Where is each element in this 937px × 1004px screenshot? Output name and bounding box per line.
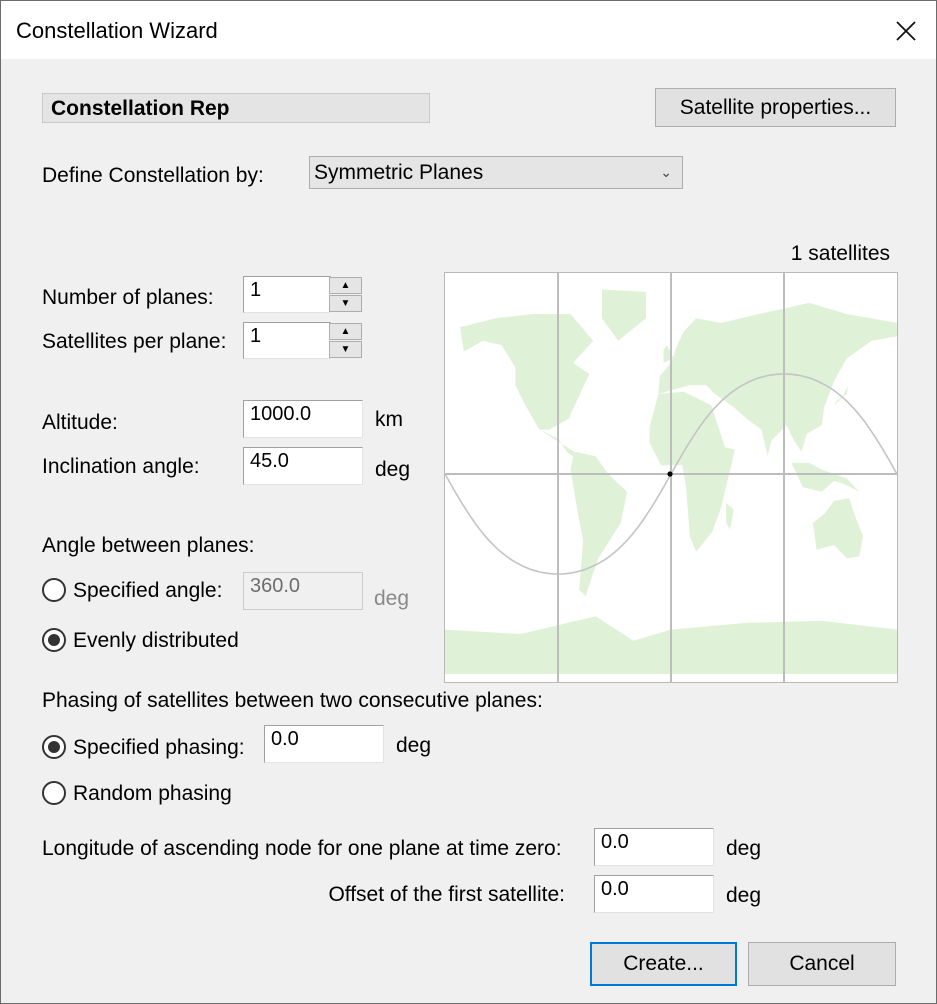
satellite-properties-button[interactable]: Satellite properties...: [655, 88, 896, 127]
satellites-per-plane-input[interactable]: 1: [243, 322, 331, 359]
inclination-input[interactable]: 45.0: [243, 447, 363, 485]
define-constellation-label: Define Constellation by:: [42, 164, 264, 187]
landmass: [539, 429, 628, 597]
longitude-node-input[interactable]: 0.0: [594, 828, 714, 866]
landmass: [791, 462, 860, 492]
phasing-heading: Phasing of satellites between two consec…: [42, 689, 543, 712]
satellite-count-label: 1 satellites: [790, 242, 890, 265]
increment-arrow-icon[interactable]: ▲: [329, 323, 362, 340]
offset-first-satellite-label: Offset of the first satellite:: [328, 883, 565, 906]
altitude-label: Altitude:: [42, 411, 118, 434]
specified-phasing-radio[interactable]: [42, 735, 66, 759]
random-phasing-radio[interactable]: [42, 781, 66, 805]
landmass: [601, 289, 646, 341]
specified-phasing-label: Specified phasing:: [73, 736, 245, 759]
inclination-unit: deg: [375, 458, 411, 481]
window-title: Constellation Wizard: [16, 18, 218, 43]
specified-angle-radio[interactable]: [42, 578, 66, 602]
offset-first-satellite-unit: deg: [726, 884, 762, 907]
ground-track-map: [444, 272, 898, 683]
satellites-per-plane-label: Satellites per plane:: [42, 330, 227, 353]
specified-phasing-unit: deg: [396, 734, 432, 757]
angle-between-planes-heading: Angle between planes:: [42, 534, 255, 557]
satellite-marker: [667, 471, 673, 477]
number-of-planes-input[interactable]: 1: [243, 276, 331, 313]
longitude-node-label: Longitude of ascending node for one plan…: [42, 837, 562, 860]
evenly-distributed-radio[interactable]: [42, 628, 66, 652]
constellation-name-field[interactable]: Constellation Rep: [42, 93, 430, 123]
chevron-down-icon: ⌄: [660, 164, 672, 180]
specified-phasing-input[interactable]: 0.0: [264, 725, 384, 763]
landmass: [649, 391, 735, 552]
define-constellation-select[interactable]: Symmetric Planes ⌄: [309, 156, 683, 189]
cancel-button[interactable]: Cancel: [748, 942, 896, 986]
increment-arrow-icon[interactable]: ▲: [329, 277, 362, 294]
world-map: [445, 273, 897, 682]
decrement-arrow-icon[interactable]: ▼: [329, 295, 362, 312]
constellation-wizard-dialog: Constellation Wizard Constellation Rep S…: [0, 0, 937, 1004]
satellites-per-plane-spinner: ▲ ▼: [329, 323, 363, 359]
specified-angle-input[interactable]: 360.0: [243, 572, 363, 610]
landmass: [812, 498, 864, 559]
random-phasing-label: Random phasing: [73, 782, 232, 805]
decrement-arrow-icon[interactable]: ▼: [329, 341, 362, 358]
offset-first-satellite-input[interactable]: 0.0: [594, 875, 714, 913]
specified-angle-unit: deg: [374, 587, 410, 610]
create-button[interactable]: Create...: [590, 942, 737, 986]
longitude-node-unit: deg: [726, 837, 762, 860]
define-constellation-value: Symmetric Planes: [314, 161, 484, 184]
landmass: [460, 314, 594, 430]
number-of-planes-label: Number of planes:: [42, 286, 214, 309]
close-button[interactable]: [884, 9, 928, 53]
evenly-distributed-label: Evenly distributed: [73, 629, 239, 652]
specified-angle-label: Specified angle:: [73, 579, 223, 602]
inclination-label: Inclination angle:: [42, 455, 200, 478]
number-of-planes-spinner: ▲ ▼: [329, 277, 363, 313]
landmass: [726, 502, 734, 530]
altitude-input[interactable]: 1000.0: [243, 400, 363, 438]
close-icon: [896, 21, 916, 41]
altitude-unit: km: [375, 408, 403, 431]
title-bar: Constellation Wizard: [1, 1, 936, 59]
